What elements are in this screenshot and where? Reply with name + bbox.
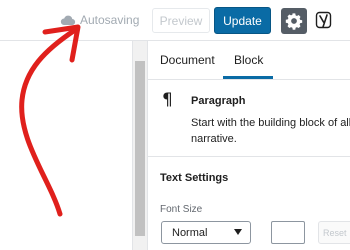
preview-label: Preview [159, 13, 203, 28]
editor-header: Autosaving Preview Update [0, 0, 350, 41]
tab-block-label: Block [234, 53, 264, 67]
sidebar-tabs: Document Block [148, 41, 350, 80]
cloud-icon [60, 15, 76, 26]
settings-sidebar: Document Block ¶ Paragraph Start with th… [147, 41, 350, 250]
block-description-line-1: Start with the building block of all [191, 117, 350, 129]
custom-font-size-input[interactable] [271, 221, 305, 244]
editor-scrollbar[interactable] [132, 41, 147, 250]
text-settings-toggle[interactable]: Text Settings [160, 172, 228, 184]
tab-document[interactable]: Document [160, 41, 215, 79]
reset-button[interactable]: Reset [318, 221, 350, 244]
tab-document-label: Document [160, 53, 215, 67]
paragraph-icon: ¶ [162, 90, 173, 110]
font-size-value: Normal [172, 226, 208, 239]
autosave-label: Autosaving [80, 13, 140, 27]
block-description: Start with the building block of all nar… [191, 115, 350, 147]
block-description-line-2: narrative. [191, 133, 237, 145]
yoast-seo-button[interactable] [314, 9, 336, 31]
font-size-select[interactable]: Normal [161, 221, 251, 244]
preview-button[interactable]: Preview [152, 8, 210, 33]
autosave-status: Autosaving [60, 11, 139, 29]
block-card: ¶ Paragraph Start with the building bloc… [148, 80, 350, 157]
font-size-label: Font Size [160, 204, 203, 215]
tab-block[interactable]: Block [234, 41, 263, 79]
editor-canvas[interactable] [0, 41, 132, 250]
update-button[interactable]: Update [214, 7, 271, 34]
update-label: Update [223, 13, 262, 28]
settings-button[interactable] [281, 8, 307, 34]
chevron-down-icon [234, 229, 242, 235]
gear-icon [285, 12, 303, 30]
reset-label: Reset [323, 227, 347, 238]
active-tab-indicator [223, 76, 273, 79]
block-title: Paragraph [191, 95, 246, 107]
yoast-icon [315, 11, 332, 29]
scrollbar-thumb[interactable] [135, 61, 145, 236]
